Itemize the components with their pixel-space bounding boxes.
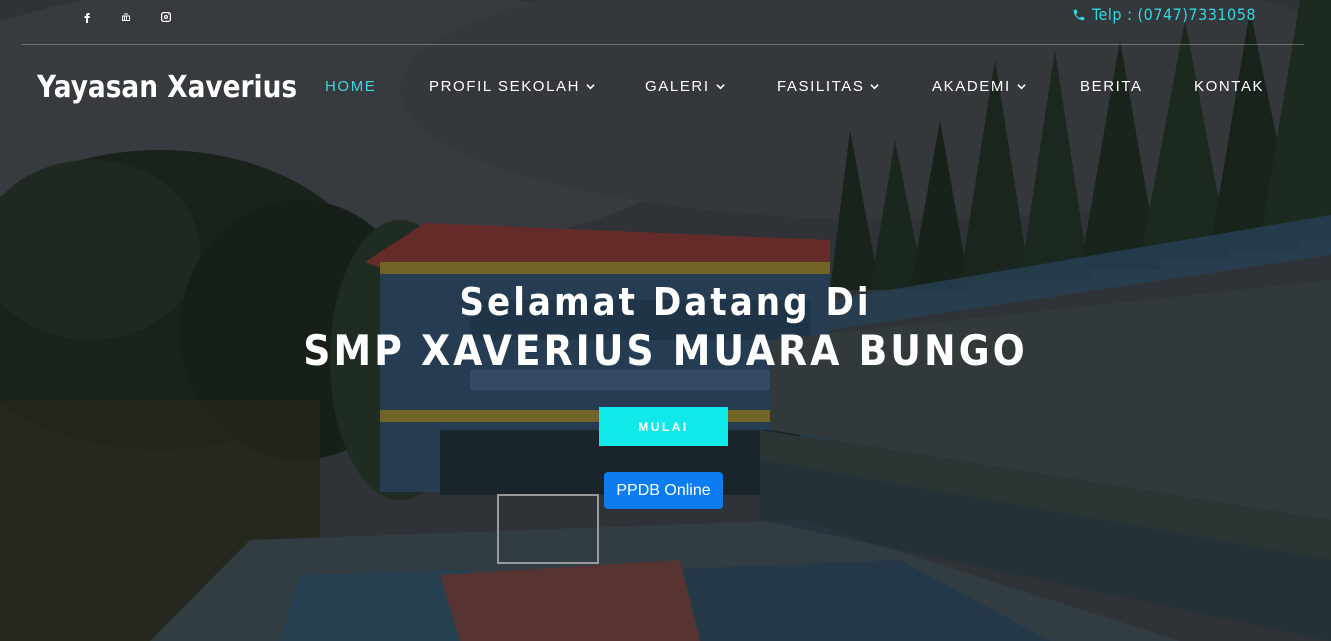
- start-button[interactable]: MULAI: [599, 407, 728, 446]
- chevron-down-icon: [715, 84, 725, 90]
- nav-akademi-label: AKADEMI: [932, 78, 1011, 95]
- nav-berita[interactable]: BERITA: [1080, 78, 1143, 95]
- instagram-icon[interactable]: [157, 8, 175, 26]
- site-brand[interactable]: Yayasan Xaverius: [37, 70, 297, 105]
- nav-profil-sekolah-label: PROFIL SEKOLAH: [429, 78, 581, 95]
- hero-welcome-line: Selamat Datang Di: [459, 280, 872, 324]
- nav-berita-label: BERITA: [1080, 78, 1143, 95]
- chevron-down-icon: [1017, 84, 1026, 90]
- nav-fasilitas[interactable]: FASILITAS: [777, 78, 880, 95]
- phone-icon: [1073, 9, 1085, 20]
- phone-contact[interactable]: Telp : (0747)7331058: [1072, 5, 1256, 24]
- main-navigation: HOME PROFIL SEKOLAH GALERI FASILITAS AKA…: [300, 78, 1300, 104]
- top-bar: Telp : (0747)7331058: [0, 0, 1331, 45]
- chevron-down-icon: [870, 84, 880, 90]
- nav-kontak[interactable]: KONTAK: [1194, 78, 1264, 95]
- phone-text: Telp : (0747)7331058: [1091, 5, 1256, 24]
- nav-fasilitas-label: FASILITAS: [777, 78, 865, 95]
- nav-kontak-label: KONTAK: [1194, 78, 1265, 95]
- hero-school-name: SMP XAVERIUS MUARA BUNGO: [303, 326, 1028, 375]
- nav-galeri[interactable]: GALERI: [645, 78, 725, 95]
- nav-profil-sekolah[interactable]: PROFIL SEKOLAH: [429, 78, 595, 95]
- nav-galeri-label: GALERI: [645, 78, 710, 95]
- youtube-icon[interactable]: [117, 8, 135, 26]
- nav-akademi[interactable]: AKADEMI: [932, 78, 1026, 95]
- chevron-down-icon: [586, 84, 595, 90]
- ppdb-online-button[interactable]: PPDB Online: [604, 472, 723, 509]
- facebook-icon[interactable]: [78, 8, 96, 26]
- topbar-divider: [22, 44, 1304, 45]
- nav-home-label: HOME: [325, 78, 377, 95]
- nav-home[interactable]: HOME: [325, 78, 376, 95]
